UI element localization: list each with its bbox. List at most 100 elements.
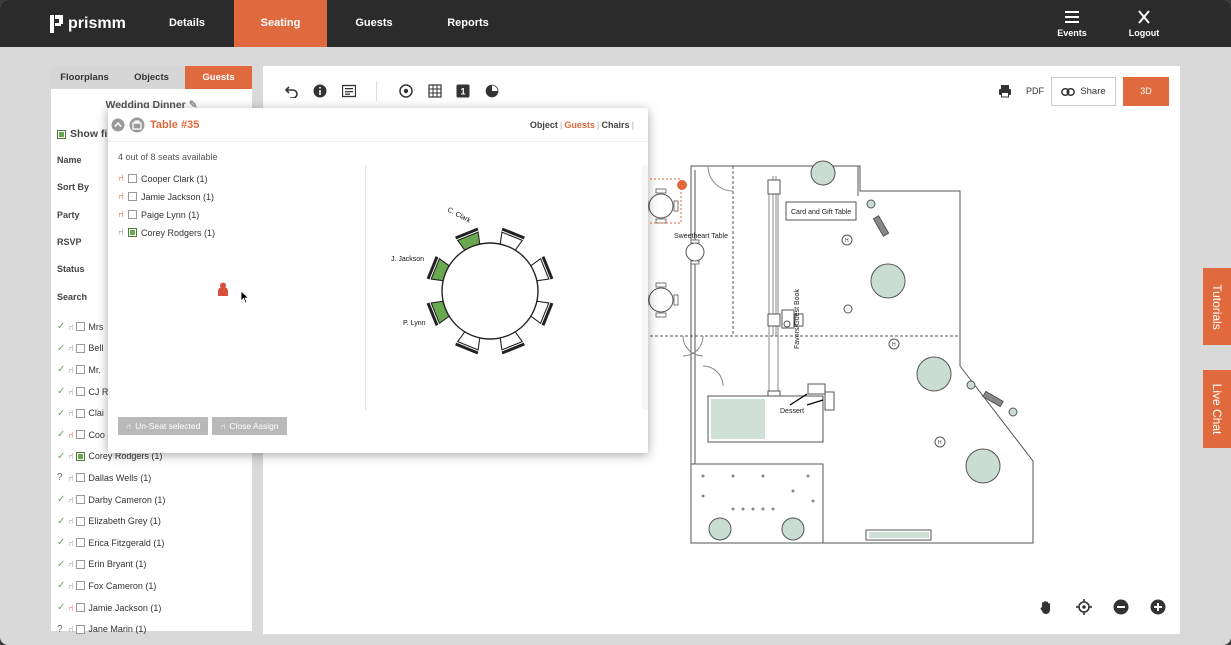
remove-table-icon[interactable] <box>677 180 687 190</box>
guest-checkbox[interactable] <box>76 451 86 461</box>
nav-details[interactable]: Details <box>150 0 224 47</box>
filter-party-label: Party <box>57 210 80 220</box>
guest-name: Dallas Wells (1) <box>88 472 152 483</box>
tab-guests[interactable]: Guests <box>185 66 252 89</box>
chair-icon: ⑁ <box>68 537 74 548</box>
guest-list-item[interactable]: ✓ ⑁ Elizabeth Grey (1) <box>51 510 252 532</box>
guest-name: CJ R <box>88 386 109 397</box>
chair-icon: ⑁ <box>68 408 74 419</box>
logo[interactable]: prismm <box>50 14 126 34</box>
rsvp-unknown-icon: ? <box>57 472 63 484</box>
guest-list-item[interactable]: ✓ ⑁ Jamie Jackson (1) <box>51 597 252 619</box>
guest-list-item[interactable]: ? ⑁ Dallas Wells (1) <box>51 467 252 489</box>
app-frame: prismm Details Seating Guests Reports Ev… <box>0 0 1231 645</box>
pan-hand-icon[interactable] <box>1038 599 1054 615</box>
zoom-in-icon[interactable] <box>1150 599 1166 615</box>
show-filter-toggle[interactable]: Show fi <box>57 128 107 140</box>
guest-checkbox[interactable] <box>76 387 86 397</box>
close-icon <box>1138 10 1150 24</box>
seated-guest-row[interactable]: ⑁ Jamie Jackson (1) <box>118 191 214 202</box>
tab-objects[interactable]: Objects <box>118 66 185 89</box>
dragged-guest-icon[interactable] <box>216 282 230 296</box>
guest-checkbox[interactable] <box>76 343 86 353</box>
chair-label-j-jackson: J. Jackson <box>391 256 424 263</box>
unseat-selected-button[interactable]: ⑁ Un-Seat selected <box>118 417 209 435</box>
card-gift-table-label: Card and Gift Table <box>791 209 851 216</box>
guest-checkbox[interactable] <box>128 174 137 183</box>
guest-checkbox[interactable] <box>76 365 86 375</box>
guest-checkbox[interactable] <box>128 192 137 201</box>
zoom-out-icon[interactable] <box>1113 599 1129 615</box>
svg-text:H: H <box>938 440 942 446</box>
round-table <box>441 242 539 340</box>
guest-name: Jamie Jackson (1) <box>88 602 162 613</box>
guest-checkbox[interactable] <box>76 624 86 634</box>
guest-checkbox[interactable] <box>76 516 86 526</box>
chair-icon: ⑁ <box>118 209 124 220</box>
seated-guest-name: Corey Rodgers (1) <box>141 227 216 238</box>
logo-text: prismm <box>68 15 126 32</box>
guest-list-item[interactable]: ? ⑁ Jane Marin (1) <box>51 618 252 640</box>
logout-button[interactable]: Logout <box>1119 10 1169 38</box>
popup-tab-object[interactable]: Object <box>530 120 558 130</box>
guest-checkbox[interactable] <box>76 473 86 483</box>
chair-icon: ⑁ <box>118 191 124 202</box>
guest-list-item[interactable]: ✓ ⑁ Erica Fitzgerald (1) <box>51 532 252 554</box>
guest-checkbox[interactable] <box>76 581 86 591</box>
seated-guest-name: Paige Lynn (1) <box>141 209 200 220</box>
rsvp-yes-icon: ✓ <box>57 494 66 506</box>
guest-checkbox[interactable] <box>128 210 137 219</box>
table-assign-popup: Table #35 Object | Guests | Chairs | 4 out of… <box>108 108 648 453</box>
nav-reports[interactable]: Reports <box>430 0 506 47</box>
filter-status-label: Status <box>57 264 85 274</box>
guest-checkbox[interactable] <box>76 538 86 548</box>
nav-seating[interactable]: Seating <box>234 0 327 47</box>
chair-icon: ⑁ <box>68 451 74 462</box>
rsvp-yes-icon: ✓ <box>57 429 66 441</box>
center-icon[interactable] <box>1076 599 1092 615</box>
guest-name: Coo <box>88 429 105 440</box>
nav-guests[interactable]: Guests <box>338 0 410 47</box>
guest-name: Elizabeth Grey (1) <box>88 516 161 527</box>
popup-tab-chairs[interactable]: Chairs <box>601 120 629 130</box>
guest-checkbox[interactable] <box>76 559 86 569</box>
table-diagram[interactable]: C. Clark J. Jackson P. Lynn <box>367 165 642 410</box>
rsvp-yes-icon: ✓ <box>57 364 66 376</box>
guest-list-item[interactable]: ✓ ⑁ Darby Cameron (1) <box>51 489 252 511</box>
guest-checkbox[interactable] <box>128 228 137 237</box>
guest-checkbox[interactable] <box>76 603 86 613</box>
rsvp-yes-icon: ✓ <box>57 558 66 570</box>
guest-name: Mrs <box>88 321 104 332</box>
seated-guest-row[interactable]: ⑁ Corey Rodgers (1) <box>118 227 215 238</box>
popup-tab-separator: | <box>631 120 634 130</box>
mouse-cursor-icon <box>240 290 250 304</box>
events-button[interactable]: Events <box>1047 10 1097 38</box>
favors-label: Favors/Guest Book <box>794 289 801 349</box>
popup-tab-guests[interactable]: Guests <box>564 120 595 130</box>
seats-available-text: 4 out of 8 seats available <box>118 152 218 162</box>
top-nav: prismm Details Seating Guests Reports Ev… <box>0 0 1231 47</box>
chair-icon: ⑁ <box>118 227 124 238</box>
tab-floorplans[interactable]: Floorplans <box>51 66 118 89</box>
menu-icon <box>1065 11 1079 23</box>
guest-checkbox[interactable] <box>76 322 86 332</box>
guest-list-item[interactable]: ✓ ⑁ Fox Cameron (1) <box>51 575 252 597</box>
guest-name: Erica Fitzgerald (1) <box>88 537 165 548</box>
show-filter-checkbox[interactable] <box>57 129 66 139</box>
seated-guest-row[interactable]: ⑁ Cooper Clark (1) <box>118 173 208 184</box>
svg-text:H: H <box>845 238 849 244</box>
guest-checkbox[interactable] <box>76 430 86 440</box>
seated-guest-row[interactable]: ⑁ Paige Lynn (1) <box>118 209 199 220</box>
close-assign-button[interactable]: ⑁ Close Assign <box>212 417 287 435</box>
chair-label-c-clark: C. Clark <box>446 207 472 225</box>
chair-icon: ⑁ <box>68 386 74 397</box>
tutorials-tab[interactable]: Tutorials <box>1203 268 1231 345</box>
round-table-diagram[interactable]: C. Clark J. Jackson P. Lynn <box>367 165 642 410</box>
live-chat-tab[interactable]: Live Chat <box>1203 370 1231 448</box>
guest-name: Darby Cameron (1) <box>88 494 166 505</box>
guest-checkbox[interactable] <box>76 495 86 505</box>
guest-checkbox[interactable] <box>76 408 86 418</box>
guest-list-item[interactable]: ✓ ⑁ Erin Bryant (1) <box>51 554 252 576</box>
guest-name: Bell <box>88 343 104 354</box>
collapse-icon[interactable] <box>111 118 125 132</box>
